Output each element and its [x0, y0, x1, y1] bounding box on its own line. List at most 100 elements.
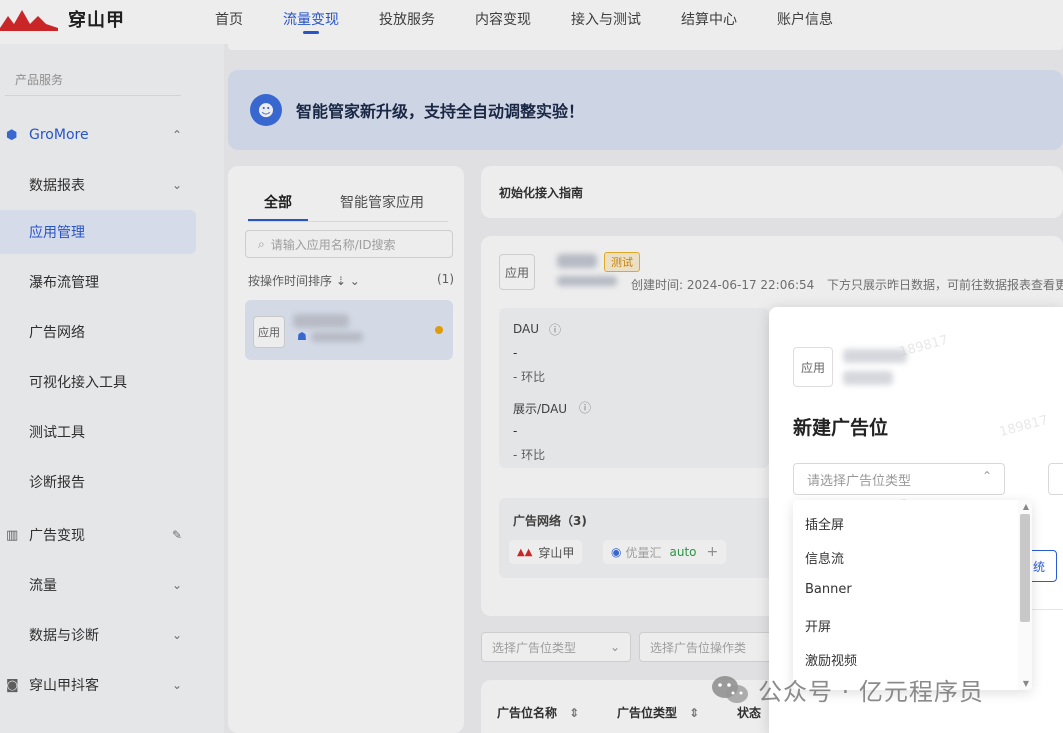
pangolin-logo-icon [0, 6, 58, 32]
redacted-app-name [293, 314, 349, 328]
network-chip-youlianghui[interactable]: ◉ 优量汇 auto + [603, 540, 727, 564]
new-adslot-dialog: 应用 新建广告位 请选择广告位类型 ⌃ 统 189817 189817 1898… [769, 307, 1063, 733]
bag-icon: ◙ [6, 677, 19, 693]
nav-settlement[interactable]: 结算中心 [681, 0, 737, 44]
scrollbar-thumb[interactable] [1020, 514, 1030, 622]
redacted-app-id [311, 332, 363, 342]
sort-row: 按操作时间排序 ⇣ ⌄ (1) [248, 272, 454, 289]
sidebar-item-traffic[interactable]: 流量 ⌄ [0, 563, 196, 607]
sidebar-item-waterfall[interactable]: 瀑布流管理 [0, 260, 196, 304]
pin-icon[interactable]: ✎ [172, 528, 182, 542]
sidebar-item-label: 瀑布流管理 [29, 275, 99, 291]
sidebar-divider [5, 95, 181, 96]
search-placeholder: 请输入应用名称/ID搜索 [270, 237, 396, 252]
nav-account[interactable]: 账户信息 [777, 0, 833, 44]
sidebar-item-gromore[interactable]: ⬢ GroMore ⌃ [0, 113, 196, 157]
app-list-item[interactable]: 应用 ☗ [245, 300, 453, 360]
app-icon: 应用 [499, 254, 535, 290]
test-badge: 测试 [604, 252, 640, 272]
adslot-type-select[interactable]: 请选择广告位类型 ⌃ [793, 463, 1005, 495]
watermark: 189817 [897, 332, 950, 361]
sidebar-item-data-diagnosis[interactable]: 数据与诊断 ⌄ [0, 613, 196, 657]
th-label: 广告位类型 [617, 706, 678, 720]
add-icon[interactable]: + [707, 544, 719, 560]
th-label: 广告位名称 [497, 706, 558, 720]
app-tabs: 全部 智能管家应用 [248, 186, 448, 222]
option-splash[interactable]: 开屏 [805, 616, 831, 635]
redacted-app-id [843, 371, 893, 385]
sort-dropdown[interactable]: 按操作时间排序 ⇣ ⌄ [248, 272, 360, 289]
sidebar-item-douke[interactable]: ◙ 穿山甲抖客 ⌄ [0, 663, 196, 707]
sidebar-item-label: 广告网络 [29, 325, 85, 341]
logo[interactable]: 穿山甲 [0, 6, 125, 32]
secondary-select[interactable] [1048, 463, 1063, 495]
sidebar-item-label: 诊断报告 [29, 475, 85, 491]
dropdown-scrollbar[interactable]: ▲ ▼ [1018, 500, 1032, 690]
dau-value: - [513, 346, 518, 360]
option-banner[interactable]: Banner [805, 582, 852, 597]
network-auto: auto [669, 545, 697, 559]
wechat-watermark: 公众号 · 亿元程序员 [710, 672, 984, 707]
nav-content-monetization[interactable]: 内容变现 [475, 0, 531, 44]
pangolin-icon: ▲▲ [517, 546, 533, 558]
sidebar-item-ad-network[interactable]: 广告网络 [0, 310, 196, 354]
stats-panel: DAU ⓘ - - 环比 展示/DAU ⓘ - - 环比 [499, 308, 769, 468]
chevron-up-icon: ⌃ [981, 469, 992, 483]
sidebar-item-label: 应用管理 [29, 225, 85, 241]
sidebar-item-label: 穿山甲抖客 [29, 678, 99, 694]
show-dau-label: 展示/DAU [513, 402, 568, 416]
sidebar-item-data-report[interactable]: 数据报表 ⌄ [0, 163, 196, 207]
redacted-app-name [843, 349, 907, 363]
ad-operation-filter[interactable]: 选择广告位操作类 [639, 632, 789, 662]
option-rewarded-video[interactable]: 激励视频 [805, 650, 857, 669]
filter-placeholder: 选择广告位操作类 [650, 640, 747, 655]
scroll-up-icon[interactable]: ▲ [1023, 502, 1029, 511]
nav-home[interactable]: 首页 [215, 0, 243, 44]
chevron-down-icon: ⌄ [171, 628, 182, 642]
help-icon[interactable]: ⓘ [549, 321, 561, 338]
sidebar-item-test-tool[interactable]: 测试工具 [0, 410, 196, 454]
ad-type-filter[interactable]: 选择广告位类型 ⌄ [481, 632, 631, 662]
network-chip-pangolin[interactable]: ▲▲ 穿山甲 [509, 540, 583, 564]
dau-label: DAU [513, 322, 540, 336]
robot-icon: ☻ [250, 94, 282, 126]
scroll-down-icon[interactable]: ▼ [1023, 679, 1029, 688]
top-strip [228, 44, 1063, 50]
help-icon[interactable]: ⓘ [579, 399, 591, 416]
chevron-up-icon: ⌃ [171, 128, 182, 142]
init-guide-card[interactable]: 初始化接入指南 [481, 166, 1063, 218]
option-interstitial[interactable]: 插全屏 [805, 514, 844, 533]
tab-smart-apps[interactable]: 智能管家应用 [340, 186, 424, 221]
show-dau-change: - 环比 [513, 448, 546, 462]
sort-icon: ⇕ [569, 706, 580, 720]
gromore-icon: ⬢ [6, 127, 18, 143]
sidebar-item-visual-tool[interactable]: 可视化接入工具 [0, 360, 196, 404]
dau-change: - 环比 [513, 370, 546, 384]
logo-text: 穿山甲 [68, 10, 125, 31]
th-adslot-name[interactable]: 广告位名称 ⇕ [497, 704, 579, 721]
smart-butler-banner[interactable]: ☻ 智能管家新升级，支持全自动调整实验！ [228, 70, 1063, 150]
search-icon: ⌕ [258, 236, 265, 251]
app-list-panel: 全部 智能管家应用 ⌕ 请输入应用名称/ID搜索 按操作时间排序 ⇣ ⌄ (1)… [228, 166, 464, 733]
option-feed[interactable]: 信息流 [805, 548, 844, 567]
sort-icon: ⇣ ⌄ [335, 274, 360, 288]
nav-integration-testing[interactable]: 接入与测试 [571, 0, 641, 44]
sidebar-item-diagnosis[interactable]: 诊断报告 [0, 460, 196, 504]
sidebar-item-app-management[interactable]: 应用管理 [0, 210, 196, 254]
chart-icon: ▥ [6, 527, 19, 543]
sidebar: 产品服务 ⬢ GroMore ⌃ 数据报表 ⌄ 应用管理 瀑布流管理 广告网络 … [0, 44, 224, 733]
show-dau-value: - [513, 424, 518, 438]
wechat-icon [710, 674, 750, 706]
sidebar-item-ad-monetization[interactable]: ▥ 广告变现 ✎ [0, 513, 196, 557]
nav-ad-service[interactable]: 投放服务 [379, 0, 435, 44]
select-placeholder: 请选择广告位类型 [807, 473, 912, 489]
chevron-down-icon: ⌄ [171, 678, 182, 692]
tab-all[interactable]: 全部 [248, 186, 308, 221]
nav-traffic-monetization[interactable]: 流量变现 [283, 0, 339, 44]
chevron-down-icon: ⌄ [171, 178, 182, 192]
app-search-input[interactable]: ⌕ 请输入应用名称/ID搜索 [245, 230, 453, 258]
sidebar-item-label: 广告变现 [29, 528, 85, 544]
th-adslot-type[interactable]: 广告位类型 ⇕ [617, 704, 699, 721]
android-icon: ☗ [297, 330, 307, 343]
dialog-title: 新建广告位 [793, 417, 889, 439]
